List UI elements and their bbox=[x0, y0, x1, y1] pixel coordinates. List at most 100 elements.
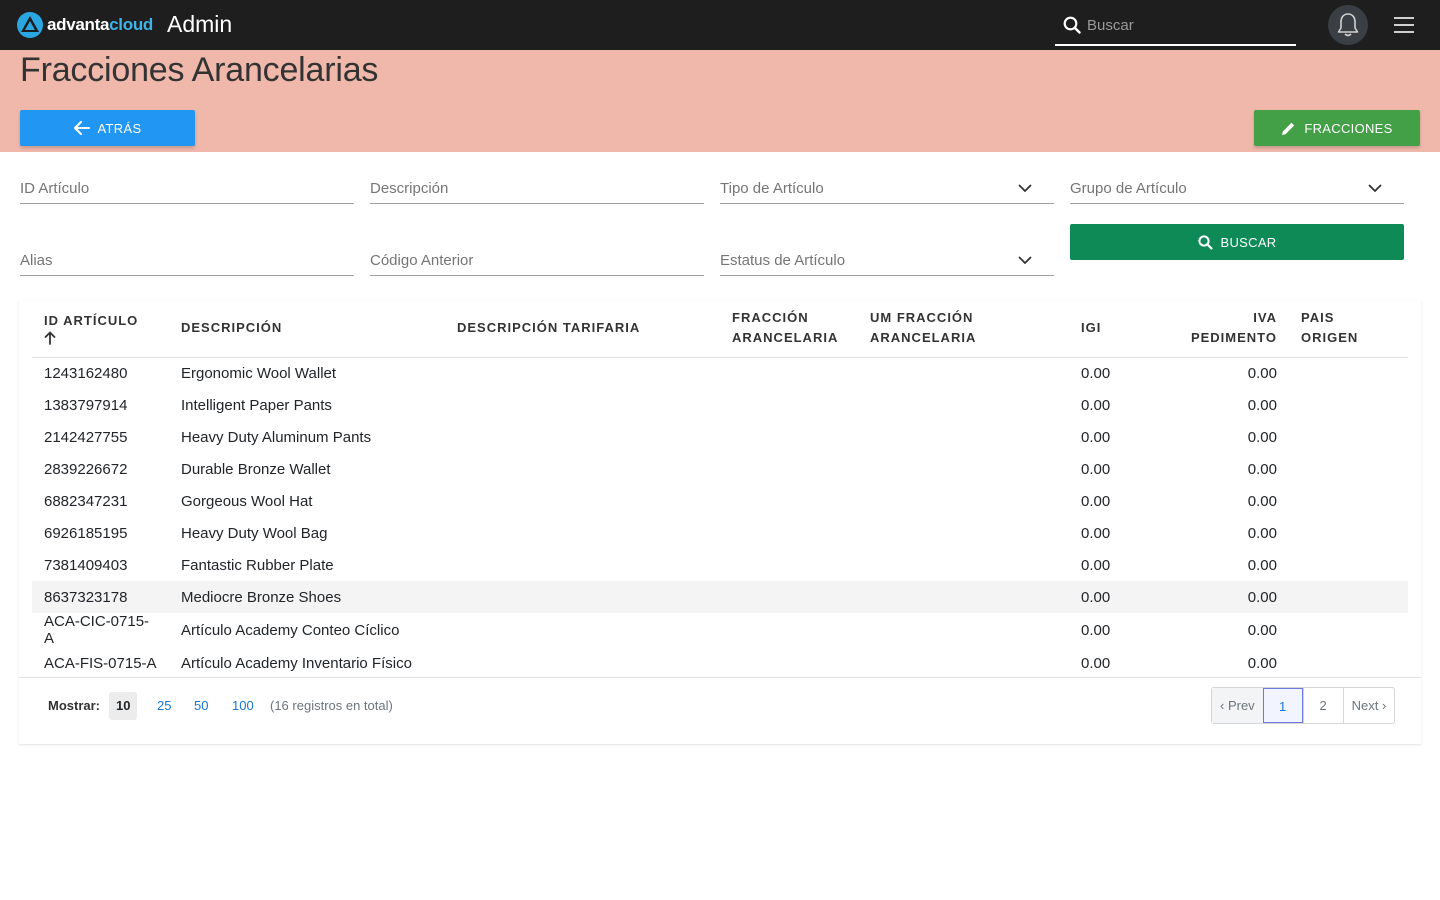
cell-iva: 0.00 bbox=[1247, 396, 1277, 414]
tipo-articulo-select[interactable] bbox=[720, 170, 1054, 204]
cell-igi: 0.00 bbox=[1081, 460, 1111, 478]
pencil-icon bbox=[1282, 122, 1295, 135]
descripcion-field bbox=[370, 170, 704, 204]
cell-igi: 0.00 bbox=[1069, 581, 1132, 613]
buscar-button-label: BUSCAR bbox=[1220, 234, 1277, 250]
grupo-articulo-input[interactable] bbox=[1070, 170, 1404, 200]
cell-igi: 0.00 bbox=[1081, 524, 1111, 542]
table-row[interactable]: 1243162480 Ergonomic Wool Wallet 0.00 0.00 bbox=[32, 357, 1408, 389]
cell-iva: 0.00 bbox=[1247, 654, 1277, 672]
sort-ascending-icon[interactable] bbox=[44, 331, 56, 346]
buscar-button[interactable]: BUSCAR bbox=[1070, 224, 1404, 260]
estatus-articulo-select[interactable] bbox=[720, 242, 1054, 276]
results-card: ID ARTÍCULO DESCRIPCIÓN DESCRIPCIÓN TARI… bbox=[19, 300, 1421, 744]
menu-icon[interactable] bbox=[1394, 17, 1414, 33]
cell-id: 8637323178 bbox=[32, 581, 169, 613]
table-row[interactable]: 2839226672 Durable Bronze Wallet 0.00 0.00 bbox=[32, 453, 1408, 485]
table-footer: Mostrar: 10 25 50 100 (16 registros en t… bbox=[19, 677, 1421, 744]
col-fraccion-arancelaria[interactable]: FRACCIÓN ARANCELARIA bbox=[720, 300, 858, 358]
back-button[interactable]: ATRÁS bbox=[20, 110, 195, 146]
cell-descripcion: Heavy Duty Aluminum Pants bbox=[181, 428, 372, 446]
cell-iva: 0.00 bbox=[1247, 621, 1277, 639]
app-title: Admin bbox=[167, 11, 233, 37]
cell-id: 7381409403 bbox=[44, 556, 128, 574]
pagination: ‹ Prev 1 2 Next › bbox=[1211, 687, 1396, 724]
cell-id: 6926185195 bbox=[44, 524, 128, 542]
back-button-label: ATRÁS bbox=[97, 120, 142, 136]
descripcion-input[interactable] bbox=[370, 170, 704, 200]
next-page-button[interactable]: Next › bbox=[1342, 688, 1395, 723]
cell-descripcion: Intelligent Paper Pants bbox=[181, 396, 332, 414]
page-size-100[interactable]: 100 bbox=[225, 692, 261, 720]
page-size-50[interactable]: 50 bbox=[187, 692, 215, 720]
prev-page-button[interactable]: ‹ Prev bbox=[1212, 688, 1263, 723]
col-descripcion-tarifaria[interactable]: DESCRIPCIÓN TARIFARIA bbox=[445, 300, 720, 358]
cell-iva: 0.00 bbox=[1247, 524, 1277, 542]
notifications-button[interactable] bbox=[1328, 5, 1368, 45]
cell-descripcion: Artículo Academy Conteo Cíclico bbox=[181, 621, 400, 639]
cell-id: ACA-FIS-0715-A bbox=[44, 654, 157, 672]
cell-iva: 0.00 bbox=[1247, 364, 1277, 382]
advanta-logo-icon bbox=[17, 12, 43, 38]
col-pais-origen[interactable]: PAIS ORIGEN bbox=[1289, 300, 1408, 358]
cell-iva: 0.00 bbox=[1247, 428, 1277, 446]
cell-igi: 0.00 bbox=[1081, 396, 1111, 414]
cell-descripcion: Mediocre Bronze Shoes bbox=[169, 581, 445, 613]
table-row[interactable]: 7381409403 Fantastic Rubber Plate 0.00 0.00 bbox=[32, 549, 1408, 581]
cell-descripcion: Durable Bronze Wallet bbox=[181, 460, 331, 478]
alias-input[interactable] bbox=[20, 242, 354, 272]
cell-id: 1383797914 bbox=[44, 396, 128, 414]
cell-descripcion: Fantastic Rubber Plate bbox=[181, 556, 334, 574]
table-row[interactable]: ACA-CIC-0715-A Artículo Academy Conteo Cí… bbox=[32, 613, 1408, 647]
col-igi[interactable]: IGI bbox=[1069, 300, 1132, 358]
cell-id: ACA-CIC-0715-A bbox=[44, 613, 150, 647]
table-row[interactable]: 6882347231 Gorgeous Wool Hat 0.00 0.00 bbox=[32, 485, 1408, 517]
cell-igi: 0.00 bbox=[1081, 654, 1111, 672]
col-id-articulo[interactable]: ID ARTÍCULO bbox=[32, 300, 169, 358]
cell-iva: 0.00 bbox=[1247, 460, 1277, 478]
cell-id: 1243162480 bbox=[44, 364, 128, 382]
cell-iva: 0.00 bbox=[1247, 492, 1277, 510]
search-icon bbox=[1197, 234, 1213, 250]
grupo-articulo-select[interactable] bbox=[1070, 170, 1404, 204]
page-1-button[interactable]: 1 bbox=[1262, 688, 1303, 723]
cell-igi: 0.00 bbox=[1081, 428, 1111, 446]
table-row[interactable]: 8637323178 Mediocre Bronze Shoes 0.00 0.00 bbox=[32, 581, 1408, 613]
cell-iva: 0.00 bbox=[1132, 581, 1289, 613]
page-2-button[interactable]: 2 bbox=[1302, 688, 1343, 723]
table-row[interactable]: 1383797914 Intelligent Paper Pants 0.00 0.0… bbox=[32, 389, 1408, 421]
global-search bbox=[1055, 6, 1296, 46]
cell-id: 2142427755 bbox=[44, 428, 128, 446]
col-descripcion[interactable]: DESCRIPCIÓN bbox=[169, 300, 445, 358]
codigo-anterior-input[interactable] bbox=[370, 242, 704, 272]
page-size-10[interactable]: 10 bbox=[109, 692, 138, 720]
fracciones-button[interactable]: FRACCIONES bbox=[1254, 110, 1420, 146]
col-iva-pedimento[interactable]: IVA PEDIMENTO bbox=[1132, 300, 1289, 358]
estatus-articulo-input[interactable] bbox=[720, 242, 1054, 272]
table-row[interactable]: 2142427755 Heavy Duty Aluminum Pants 0.00 0… bbox=[32, 421, 1408, 453]
alias-field bbox=[20, 242, 354, 276]
page-size-25[interactable]: 25 bbox=[150, 692, 178, 720]
cell-iva: 0.00 bbox=[1247, 556, 1277, 574]
brand-logo[interactable]: advantacloud bbox=[16, 11, 153, 39]
total-records: (16 registros en total) bbox=[270, 698, 393, 713]
page-title: Fracciones Arancelarias bbox=[20, 51, 379, 89]
tipo-articulo-input[interactable] bbox=[720, 170, 1054, 200]
cell-igi: 0.00 bbox=[1081, 364, 1111, 382]
bell-icon bbox=[1337, 13, 1359, 37]
id-articulo-field bbox=[20, 170, 354, 204]
arrow-left-icon bbox=[73, 121, 90, 135]
cell-id: 6882347231 bbox=[44, 492, 128, 510]
cell-igi: 0.00 bbox=[1081, 492, 1111, 510]
col-um-fraccion-arancelaria[interactable]: UM FRACCIÓN ARANCELARIA bbox=[858, 300, 1069, 358]
id-articulo-input[interactable] bbox=[20, 170, 354, 200]
table-row[interactable]: 6926185195 Heavy Duty Wool Bag 0.00 0.00 bbox=[32, 517, 1408, 549]
cell-descripcion: Artículo Academy Inventario Físico bbox=[181, 654, 412, 672]
cell-igi: 0.00 bbox=[1081, 556, 1111, 574]
cell-descripcion: Heavy Duty Wool Bag bbox=[181, 524, 328, 542]
fracciones-button-label: FRACCIONES bbox=[1304, 120, 1393, 136]
search-input[interactable] bbox=[1087, 12, 1292, 38]
chevron-down-icon bbox=[1018, 256, 1032, 265]
table-row[interactable]: ACA-FIS-0715-A Artículo Academy Inventari… bbox=[32, 647, 1408, 679]
cell-id: 2839226672 bbox=[44, 460, 128, 478]
